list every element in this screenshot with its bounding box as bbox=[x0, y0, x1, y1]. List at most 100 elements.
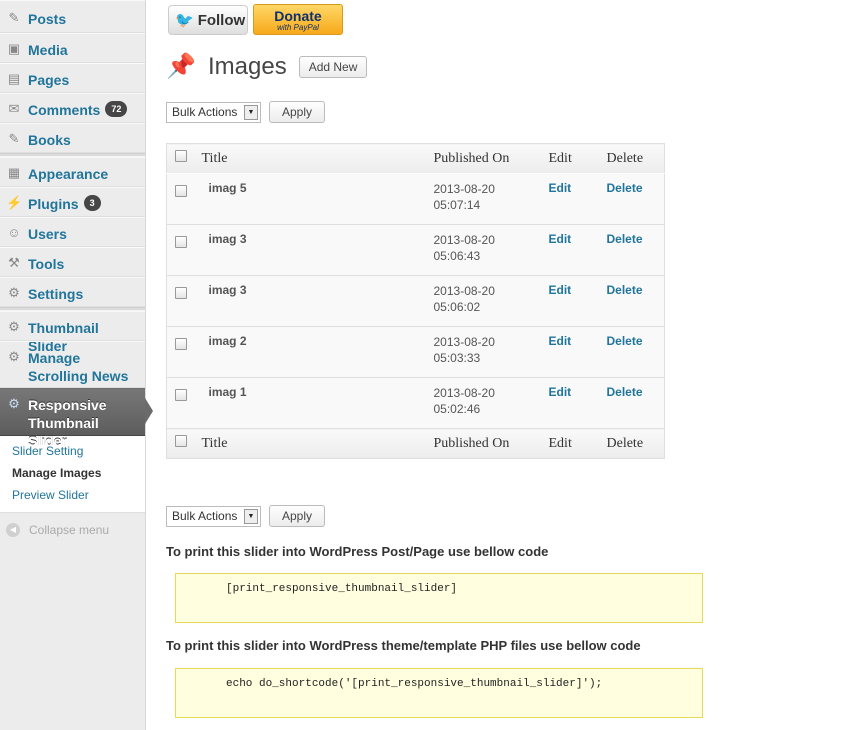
twitter-follow-button[interactable]: 🐦 Follow bbox=[168, 5, 248, 35]
column-title[interactable]: Title bbox=[201, 428, 434, 459]
sidebar-item-label: Plugins bbox=[28, 196, 79, 212]
row-delete-link[interactable]: Delete bbox=[606, 173, 665, 225]
column-published-on: Published On bbox=[433, 143, 549, 174]
row-title: imag 5 bbox=[201, 173, 434, 225]
row-title: imag 2 bbox=[201, 326, 434, 378]
chevron-down-icon: ▼ bbox=[244, 104, 258, 120]
images-table: Title Published On Edit Delete imag 5 20… bbox=[166, 143, 665, 459]
table-footer-row: Title Published On Edit Delete bbox=[166, 428, 665, 459]
row-edit-link[interactable]: Edit bbox=[548, 377, 607, 429]
post-page-code: [print_responsive_thumbnail_slider] bbox=[175, 573, 703, 623]
row-checkbox[interactable] bbox=[175, 338, 187, 350]
admin-sidebar: ✎ Posts ▣ Media ▤ Pages ✉ Comments 72 ✎ … bbox=[0, 0, 153, 730]
column-title[interactable]: Title bbox=[201, 143, 434, 174]
gear-icon: ⚙ bbox=[8, 396, 20, 411]
sidebar-item-users[interactable]: ☺ Users bbox=[0, 217, 145, 247]
users-icon: ☺ bbox=[7, 225, 21, 240]
row-date: 2013-08-20 bbox=[433, 335, 495, 349]
sidebar-item-thumbnail-slider[interactable]: ⚙ Thumbnail Slider bbox=[0, 311, 145, 354]
comments-count-badge: 72 bbox=[105, 101, 128, 117]
sidebar-item-label: Comments bbox=[28, 102, 101, 118]
paypal-donate-button[interactable]: Donate with PayPal bbox=[253, 4, 343, 35]
collapse-menu-label: Collapse menu bbox=[29, 523, 110, 537]
post-page-instructions: To print this slider into WordPress Post… bbox=[166, 544, 549, 559]
submenu-preview-slider[interactable]: Preview Slider bbox=[0, 484, 145, 506]
tools-icon: ⚒ bbox=[8, 255, 20, 270]
add-new-button[interactable]: Add New bbox=[298, 56, 368, 78]
row-edit-link[interactable]: Edit bbox=[548, 275, 607, 327]
gear-icon: ⚙ bbox=[8, 319, 20, 334]
row-delete-link[interactable]: Delete bbox=[606, 377, 665, 429]
column-edit: Edit bbox=[548, 143, 607, 174]
sidebar-item-appearance[interactable]: ▦ Appearance bbox=[0, 157, 145, 187]
submenu-manage-images[interactable]: Manage Images bbox=[0, 462, 145, 484]
row-checkbox[interactable] bbox=[175, 236, 187, 248]
row-date: 2013-08-20 bbox=[433, 233, 495, 247]
table-row: imag 5 2013-08-20 05:07:14 Edit Delete bbox=[166, 173, 665, 225]
row-delete-link[interactable]: Delete bbox=[606, 326, 665, 378]
row-checkbox-cell bbox=[166, 377, 202, 429]
sidebar-item-label: Responsive Thumbnail Slider bbox=[28, 397, 107, 449]
bulk-actions-value: Bulk Actions bbox=[172, 105, 238, 119]
row-delete-link[interactable]: Delete bbox=[606, 275, 665, 327]
row-checkbox[interactable] bbox=[175, 389, 187, 401]
bulk-actions-value: Bulk Actions bbox=[172, 509, 238, 523]
row-time: 05:06:43 bbox=[433, 249, 481, 263]
row-checkbox[interactable] bbox=[175, 185, 187, 197]
sidebar-item-label: Users bbox=[28, 226, 67, 242]
follow-label: Follow bbox=[197, 11, 246, 29]
twitter-bird-icon: 🐦 bbox=[175, 12, 194, 29]
apply-button[interactable]: Apply bbox=[269, 101, 326, 123]
row-published-on: 2013-08-20 05:03:33 bbox=[433, 326, 549, 378]
row-checkbox-cell bbox=[166, 326, 202, 378]
pushpin-icon: ✎ bbox=[8, 10, 20, 25]
row-edit-link[interactable]: Edit bbox=[548, 224, 607, 276]
bulk-actions-select[interactable]: Bulk Actions ▼ bbox=[166, 505, 261, 527]
gear-icon: ⚙ bbox=[8, 349, 20, 364]
row-delete-link[interactable]: Delete bbox=[606, 224, 665, 276]
page-title: Images bbox=[208, 53, 287, 80]
row-checkbox[interactable] bbox=[175, 287, 187, 299]
row-date: 2013-08-20 bbox=[433, 182, 495, 196]
sidebar-item-label: Settings bbox=[28, 286, 84, 302]
bulk-actions-select[interactable]: Bulk Actions ▼ bbox=[166, 101, 261, 123]
row-edit-link[interactable]: Edit bbox=[548, 326, 607, 378]
table-row: imag 3 2013-08-20 05:06:02 Edit Delete bbox=[166, 275, 665, 327]
sidebar-item-comments[interactable]: ✉ Comments 72 bbox=[0, 93, 145, 123]
row-title: imag 3 bbox=[201, 275, 434, 327]
sidebar-item-manage-scrolling-news[interactable]: ⚙ Manage Scrolling News bbox=[0, 341, 145, 388]
column-edit: Edit bbox=[548, 428, 607, 459]
table-header-row: Title Published On Edit Delete bbox=[166, 143, 665, 174]
collapse-menu-button[interactable]: ◀ Collapse menu bbox=[0, 513, 145, 547]
theme-instructions: To print this slider into WordPress them… bbox=[166, 638, 641, 653]
sidebar-item-label: Tools bbox=[28, 256, 65, 272]
row-edit-link[interactable]: Edit bbox=[548, 173, 607, 225]
appearance-icon: ▦ bbox=[7, 165, 21, 180]
sidebar-item-label: Media bbox=[28, 42, 68, 58]
apply-button[interactable]: Apply bbox=[269, 505, 326, 527]
column-delete: Delete bbox=[606, 428, 665, 459]
pages-icon: ▤ bbox=[7, 71, 21, 86]
row-time: 05:02:46 bbox=[433, 402, 481, 416]
sidebar-item-responsive-thumbnail-slider[interactable]: ⚙ Responsive Thumbnail Slider bbox=[0, 388, 153, 449]
table-row: imag 1 2013-08-20 05:02:46 Edit Delete bbox=[166, 377, 665, 429]
select-all-checkbox[interactable] bbox=[175, 150, 187, 162]
select-all-cell bbox=[166, 143, 202, 174]
row-published-on: 2013-08-20 05:06:43 bbox=[433, 224, 549, 276]
settings-icon: ⚙ bbox=[8, 285, 20, 300]
column-published-on: Published On bbox=[433, 428, 549, 459]
sidebar-item-label: Pages bbox=[28, 72, 70, 88]
select-all-cell bbox=[166, 428, 202, 459]
sidebar-item-settings[interactable]: ⚙ Settings bbox=[0, 277, 145, 307]
sidebar-item-pages[interactable]: ▤ Pages bbox=[0, 63, 145, 93]
sidebar-item-plugins[interactable]: ⚡ Plugins 3 bbox=[0, 187, 145, 217]
sidebar-item-tools[interactable]: ⚒ Tools bbox=[0, 247, 145, 277]
chevron-down-icon: ▼ bbox=[244, 508, 258, 524]
sidebar-item-posts[interactable]: ✎ Posts bbox=[0, 0, 145, 33]
row-title: imag 1 bbox=[201, 377, 434, 429]
sidebar-item-media[interactable]: ▣ Media bbox=[0, 33, 145, 63]
row-time: 05:06:02 bbox=[433, 300, 481, 314]
sidebar-item-books[interactable]: ✎ Books bbox=[0, 123, 145, 153]
select-all-checkbox[interactable] bbox=[175, 435, 187, 447]
row-checkbox-cell bbox=[166, 275, 202, 327]
